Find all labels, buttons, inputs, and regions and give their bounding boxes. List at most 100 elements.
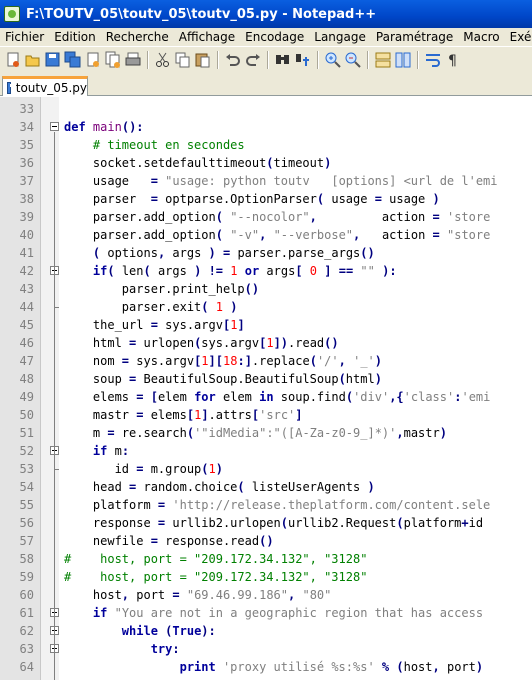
line-number: 47 <box>19 354 34 368</box>
code-text: if( len( args ) != 1 or args[ 0 ] == "" … <box>92 264 397 278</box>
code-text: def main(): <box>64 120 144 134</box>
code-line[interactable]: 55 platform = 'http://release.theplatfor… <box>0 496 532 514</box>
cut-button[interactable] <box>154 51 172 69</box>
toolbar-separator <box>367 50 369 69</box>
show-all-button[interactable]: ¶ <box>444 51 462 69</box>
find-button[interactable] <box>274 51 292 69</box>
paste-button[interactable] <box>194 51 212 69</box>
code-line[interactable]: 58 # host, port = "209.172.34.132", "3128… <box>0 550 532 568</box>
toolbar-separator <box>217 50 219 69</box>
code-line[interactable]: 45 the_url = sys.argv[1] <box>0 316 532 334</box>
code-text: newfile = response.read() <box>64 534 274 548</box>
zoom-in-button[interactable] <box>324 51 342 69</box>
redo-button[interactable] <box>244 51 262 69</box>
code-line[interactable]: 47 nom = sys.argv[1][18:].replace('/', '… <box>0 352 532 370</box>
new-file-button[interactable] <box>4 51 22 69</box>
tab-toutv-05-py[interactable]: toutv_05.py <box>2 76 88 96</box>
find-icon <box>276 54 289 64</box>
close-all-button[interactable] <box>104 51 122 69</box>
undo-button[interactable] <box>224 51 242 69</box>
menu-affichage[interactable]: Affichage <box>174 30 240 44</box>
code-line[interactable]: 57 newfile = response.read() <box>0 532 532 550</box>
code-line[interactable]: 42 if( len( args ) != 1 or args[ 0 ] == … <box>0 262 532 280</box>
code-line[interactable]: 59 # host, port = "209.172.34.132", "3128… <box>0 568 532 586</box>
menu-execution[interactable]: Exécution <box>505 30 532 44</box>
fold-end-marker <box>54 307 59 308</box>
menu-fichier[interactable]: Fichier <box>0 30 49 44</box>
code-line[interactable]: 63 try: <box>0 640 532 658</box>
code-line[interactable]: 35 # timeout en secondes <box>0 136 532 154</box>
code-line[interactable]: 50 mastr = elems[1].attrs['src'] <box>0 406 532 424</box>
line-number: 51 <box>19 426 34 440</box>
code-line[interactable]: 64 print 'proxy utilisé %s:%s' % (host, … <box>0 658 532 676</box>
code-line[interactable]: 37 usage = "usage: python toutv [options… <box>0 172 532 190</box>
code-text: m = re.search('"idMedia":"([A-Za-z0-9_]*… <box>64 426 447 440</box>
close-button[interactable] <box>84 51 102 69</box>
code-line[interactable]: 44 parser.exit( 1 ) <box>0 298 532 316</box>
toolbar-separator <box>317 50 319 69</box>
code-line[interactable]: 52 if m: <box>0 442 532 460</box>
code-text: if "You are not in a geographic region t… <box>92 606 484 620</box>
print-button[interactable] <box>124 51 142 69</box>
code-line[interactable]: 61 if "You are not in a geographic regio… <box>0 604 532 622</box>
line-number: 52 <box>19 444 34 458</box>
menu-macro[interactable]: Macro <box>458 30 504 44</box>
code-line[interactable]: 56 response = urllib2.urlopen(urllib2.Re… <box>0 514 532 532</box>
svg-text:¶: ¶ <box>448 53 457 69</box>
menu-encodage[interactable]: Encodage <box>240 30 309 44</box>
code-line[interactable]: 34 def main(): <box>0 118 532 136</box>
line-number: 37 <box>19 174 34 188</box>
code-line[interactable]: 46 html = urlopen(sys.argv[1]).read() <box>0 334 532 352</box>
toolbar-separator <box>267 50 269 69</box>
code-text: parser.add_option( "--nocolor", action =… <box>64 210 491 224</box>
code-line[interactable]: 40 parser.add_option( "-v", "--verbose",… <box>0 226 532 244</box>
save-button[interactable] <box>44 51 62 69</box>
line-number: 45 <box>19 318 34 332</box>
code-text: while (True): <box>121 624 216 638</box>
menu-langage[interactable]: Langage <box>309 30 371 44</box>
code-line[interactable]: 60 host, port = "69.46.99.186", "80" <box>0 586 532 604</box>
line-number: 62 <box>19 624 34 638</box>
code-line[interactable]: 36 socket.setdefaulttimeout(timeout) <box>0 154 532 172</box>
code-text: soup = BeautifulSoup.BeautifulSoup(html) <box>64 372 382 386</box>
tab-label: toutv_05.py <box>15 80 87 95</box>
code-text: parser = optparse.OptionParser( usage = … <box>64 192 440 206</box>
code-line[interactable]: 43 parser.print_help() <box>0 280 532 298</box>
code-line[interactable]: 53 id = m.group(1) <box>0 460 532 478</box>
copy-button[interactable] <box>174 51 192 69</box>
title-bar[interactable]: F:\TOUTV_05\toutv_05\toutv_05.py - Notep… <box>0 0 532 28</box>
sync-v-button[interactable] <box>374 51 392 69</box>
sync-v-icon <box>375 52 391 67</box>
line-number: 42 <box>19 264 34 278</box>
sync-h-icon <box>395 52 411 67</box>
code-line[interactable]: 38 parser = optparse.OptionParser( usage… <box>0 190 532 208</box>
line-number: 39 <box>19 210 34 224</box>
menu-recherche[interactable]: Recherche <box>101 30 174 44</box>
save-icon <box>45 52 60 66</box>
open-file-button[interactable] <box>24 51 42 69</box>
replace-button[interactable] <box>294 51 312 69</box>
code-line[interactable]: 33 <box>0 100 532 118</box>
code-line[interactable]: 39 parser.add_option( "--nocolor", actio… <box>0 208 532 226</box>
code-text: mastr = elems[1].attrs['src'] <box>64 408 303 422</box>
line-number: 55 <box>19 498 34 512</box>
sync-h-button[interactable] <box>394 51 412 69</box>
code-text: try: <box>150 642 180 656</box>
menu-edition[interactable]: Edition <box>49 30 101 44</box>
fold-toggle-icon[interactable] <box>50 122 59 131</box>
code-line[interactable]: 49 elems = [elem for elem in soup.find('… <box>0 388 532 406</box>
code-line[interactable]: 62 while (True): <box>0 622 532 640</box>
line-number: 40 <box>19 228 34 242</box>
menu-parametrage[interactable]: Paramétrage <box>371 30 458 44</box>
code-text: head = random.choice( listeUserAgents ) <box>64 480 375 494</box>
save-all-button[interactable] <box>64 51 82 69</box>
code-line[interactable]: 51 m = re.search('"idMedia":"([A-Za-z0-9… <box>0 424 532 442</box>
fold-end-marker <box>54 469 59 470</box>
code-line[interactable]: 41 ( options, args ) = parser.parse_args… <box>0 244 532 262</box>
code-editor[interactable]: 33 34 def main(): 35 # timeout en secondes 3… <box>0 97 532 680</box>
wrap-button[interactable] <box>424 51 442 69</box>
code-line[interactable]: 48 soup = BeautifulSoup.BeautifulSoup(ht… <box>0 370 532 388</box>
line-number: 41 <box>19 246 34 260</box>
code-line[interactable]: 54 head = random.choice( listeUserAgents… <box>0 478 532 496</box>
zoom-out-button[interactable] <box>344 51 362 69</box>
